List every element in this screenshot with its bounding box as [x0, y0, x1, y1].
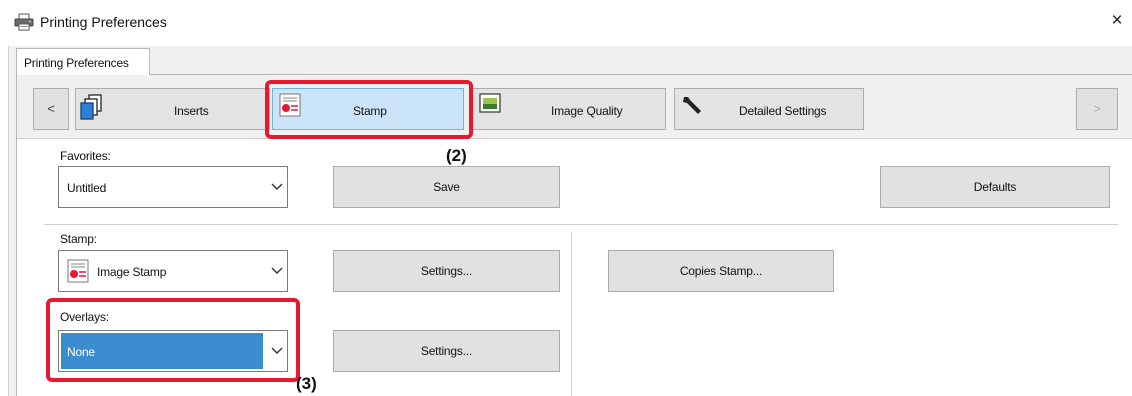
- printer-icon: [14, 13, 34, 31]
- tab-printing-preferences[interactable]: Printing Preferences: [16, 48, 150, 75]
- image-quality-icon: [479, 93, 501, 113]
- stamp-dropdown[interactable]: Image Stamp: [58, 250, 288, 292]
- favorites-value: Untitled: [67, 181, 107, 195]
- wrench-icon: [683, 97, 701, 114]
- tab-scroll-right-button[interactable]: >: [1076, 88, 1118, 130]
- chevron-down-icon: [271, 183, 283, 190]
- tab-detailed-settings[interactable]: Detailed Settings: [674, 88, 864, 130]
- callout-3: (3): [296, 374, 317, 393]
- tab-detailed-settings-label: Detailed Settings: [739, 104, 827, 118]
- tab-scroll-left-button[interactable]: <: [33, 88, 69, 130]
- overlays-settings-button[interactable]: Settings...: [333, 330, 560, 372]
- close-button[interactable]: ×: [1106, 10, 1128, 32]
- chevron-down-icon: [271, 267, 283, 274]
- window-title: Printing Preferences: [40, 14, 167, 30]
- stamp-icon: [67, 259, 89, 283]
- tab-image-quality-label: Image Quality: [551, 104, 623, 118]
- save-button[interactable]: Save: [333, 166, 560, 208]
- defaults-button[interactable]: Defaults: [880, 166, 1110, 208]
- vertical-divider: [571, 232, 572, 396]
- tab-inserts-label: Inserts: [174, 104, 209, 118]
- stamp-settings-button[interactable]: Settings...: [333, 250, 560, 292]
- stamp-tab-highlight: [265, 80, 473, 139]
- stamp-label: Stamp:: [60, 232, 97, 246]
- copies-icon: [80, 94, 102, 120]
- overlays-highlight: [46, 298, 300, 382]
- stamp-value: Image Stamp: [97, 265, 167, 279]
- title-bar: [0, 0, 1132, 46]
- favorites-label: Favorites:: [60, 149, 111, 163]
- divider: [44, 224, 1118, 225]
- copies-stamp-button[interactable]: Copies Stamp...: [608, 250, 834, 292]
- callout-2: (2): [446, 146, 467, 165]
- tab-image-quality[interactable]: Image Quality: [472, 88, 666, 130]
- tab-inserts[interactable]: Inserts: [75, 88, 270, 130]
- favorites-dropdown[interactable]: Untitled: [58, 166, 288, 208]
